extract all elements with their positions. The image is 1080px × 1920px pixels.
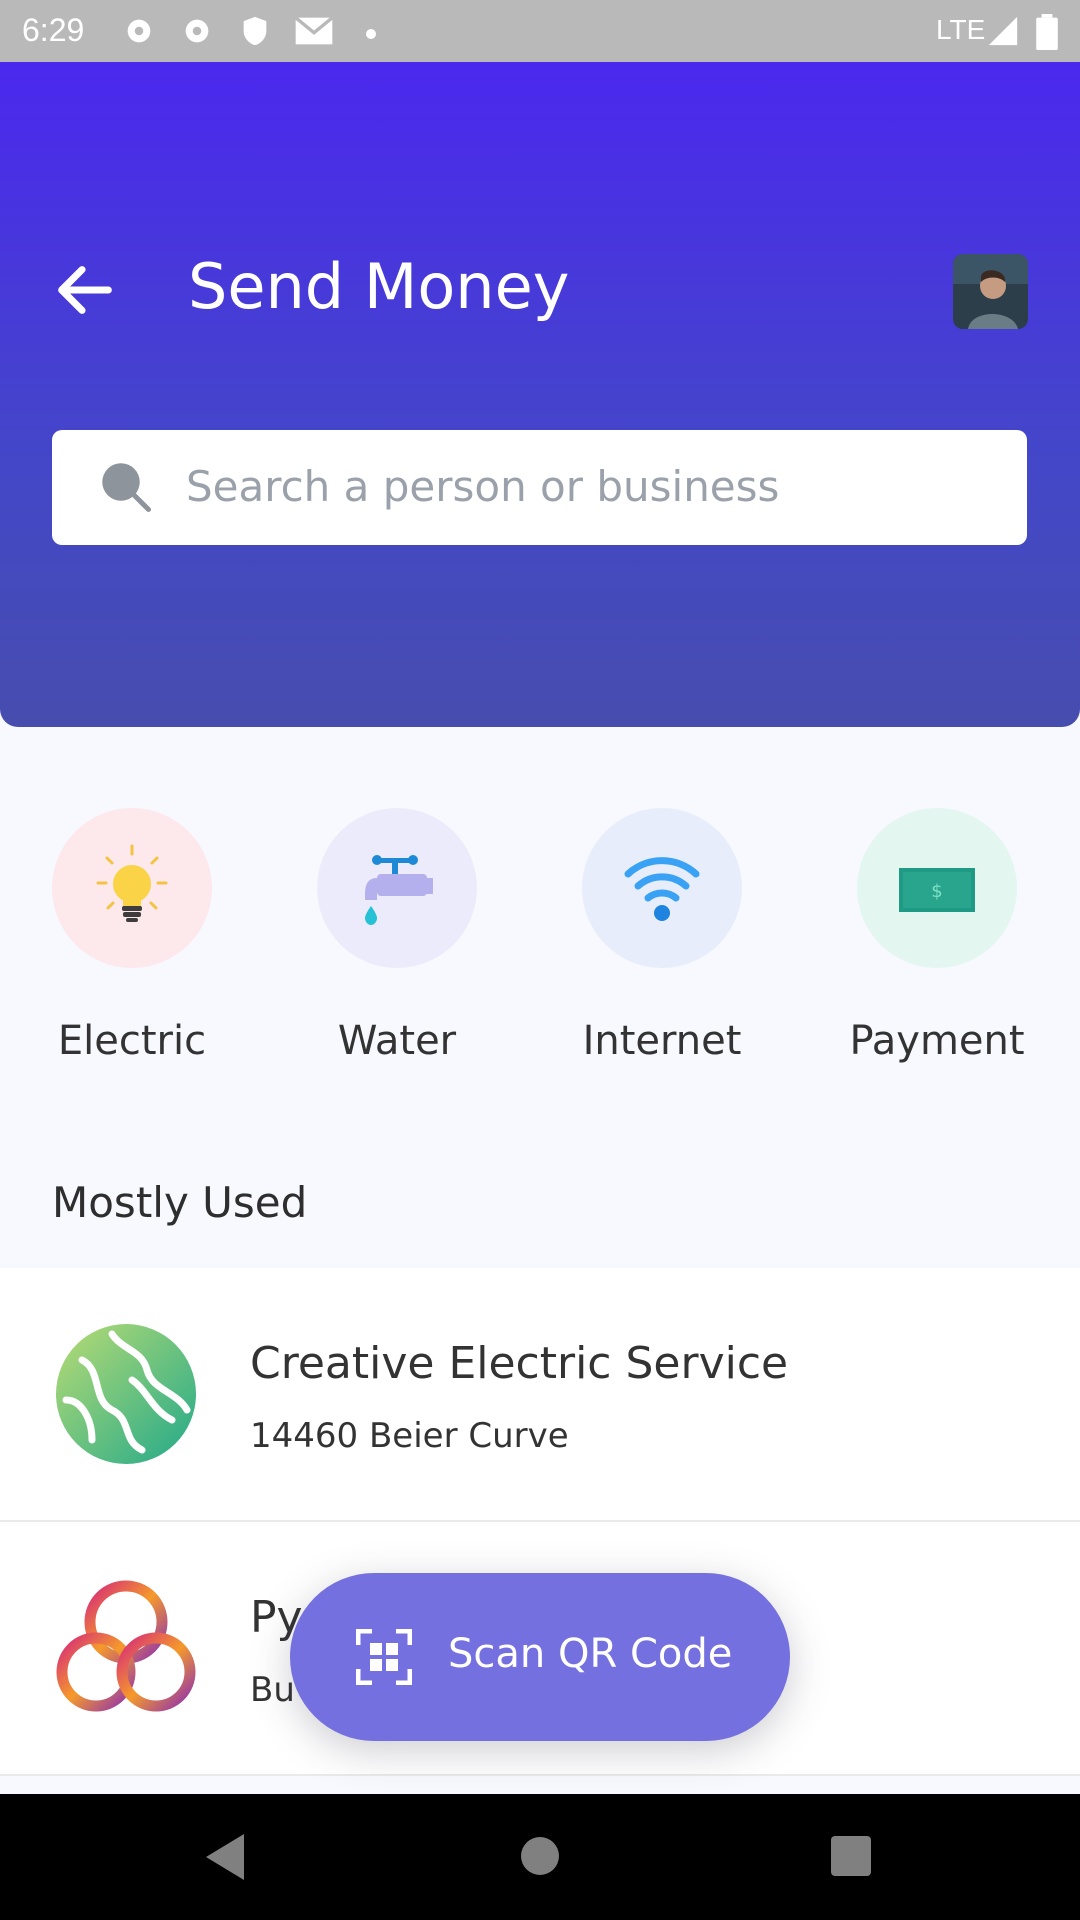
nav-home-icon[interactable] bbox=[520, 1836, 560, 1880]
back-arrow-icon[interactable] bbox=[50, 255, 120, 325]
search-input[interactable]: Search a person or business bbox=[186, 462, 779, 511]
search-bar[interactable]: Search a person or business bbox=[52, 430, 1027, 545]
scan-qr-label: Scan QR Code bbox=[448, 1631, 733, 1677]
avatar[interactable] bbox=[953, 254, 1028, 329]
money-bill-icon: $ bbox=[899, 868, 975, 912]
knot-logo bbox=[52, 1574, 200, 1722]
category-payment-circle: $ bbox=[857, 808, 1017, 968]
page-title: Send Money bbox=[188, 250, 570, 323]
qr-scan-icon bbox=[355, 1628, 413, 1686]
dot-icon bbox=[366, 24, 376, 43]
nav-back-icon[interactable] bbox=[200, 1830, 250, 1888]
shield-icon bbox=[238, 14, 272, 52]
status-bar: 6:29 LTE bbox=[0, 0, 1080, 62]
system-nav-bar bbox=[0, 1794, 1080, 1920]
category-payment[interactable]: $ Payment bbox=[849, 808, 1025, 1064]
category-label: Internet bbox=[582, 1018, 742, 1064]
header: Send Money Search a person or business bbox=[0, 62, 1080, 727]
category-water[interactable]: Water bbox=[317, 808, 477, 1064]
status-time: 6:29 bbox=[22, 12, 85, 48]
category-water-circle bbox=[317, 808, 477, 968]
section-title: Mostly Used bbox=[52, 1178, 308, 1227]
water-tap-icon bbox=[365, 855, 433, 925]
signal-icon bbox=[986, 14, 1020, 52]
business-address: Bu bbox=[250, 1670, 295, 1710]
category-electric[interactable]: Electric bbox=[52, 808, 212, 1064]
category-electric-circle bbox=[52, 808, 212, 968]
globe-logo bbox=[52, 1320, 200, 1468]
battery-icon bbox=[1036, 14, 1058, 54]
search-icon bbox=[96, 457, 156, 517]
svg-text:$: $ bbox=[931, 881, 942, 902]
business-address: 14460 Beier Curve bbox=[250, 1416, 569, 1456]
network-type: LTE bbox=[936, 14, 986, 45]
nav-recents-icon[interactable] bbox=[831, 1836, 871, 1880]
category-internet-circle bbox=[582, 808, 742, 968]
settings-icon bbox=[180, 14, 214, 52]
settings-icon bbox=[122, 14, 156, 52]
category-label: Payment bbox=[849, 1018, 1025, 1064]
lightbulb-icon bbox=[96, 844, 168, 922]
wifi-icon bbox=[624, 857, 700, 921]
category-label: Water bbox=[337, 1018, 457, 1064]
business-name: Creative Electric Service bbox=[250, 1338, 789, 1389]
gmail-icon bbox=[294, 14, 334, 52]
category-internet[interactable]: Internet bbox=[582, 808, 742, 1064]
category-label: Electric bbox=[57, 1018, 207, 1064]
list-item[interactable]: Creative Electric Service 14460 Beier Cu… bbox=[0, 1268, 1080, 1522]
scan-qr-button[interactable]: Scan QR Code bbox=[290, 1573, 790, 1741]
